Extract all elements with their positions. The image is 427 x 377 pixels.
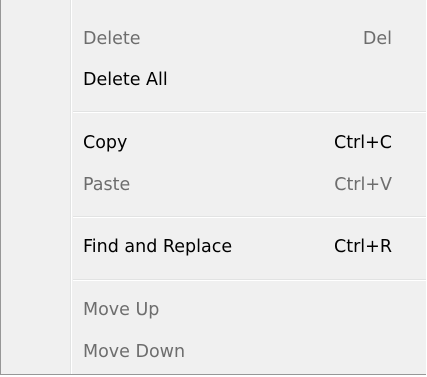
menu-separator	[73, 111, 426, 113]
context-menu: Delete Del Delete All Copy Ctrl+C Paste …	[0, 0, 426, 375]
menu-item-label: Move Down	[83, 342, 186, 362]
menu-item-label: Move Up	[83, 300, 160, 320]
menu-item-delete-all[interactable]: Delete All	[71, 61, 426, 99]
menu-icon-gutter	[1, 0, 71, 374]
menu-item-label: Find and Replace	[83, 237, 233, 257]
menu-item-shortcut: Del	[362, 29, 392, 49]
menu-item-label: Copy	[83, 133, 128, 153]
menu-item-copy[interactable]: Copy Ctrl+C	[71, 124, 426, 162]
menu-item-delete[interactable]: Delete Del	[71, 20, 426, 58]
menu-item-find-and-replace[interactable]: Find and Replace Ctrl+R	[71, 228, 426, 266]
menu-item-label: Paste	[83, 175, 131, 195]
menu-separator	[73, 216, 426, 218]
menu-separator	[73, 279, 426, 281]
menu-item-move-down[interactable]: Move Down	[71, 333, 426, 371]
menu-item-move-up[interactable]: Move Up	[71, 291, 426, 329]
menu-item-label: Delete	[83, 29, 141, 49]
menu-item-shortcut: Ctrl+V	[334, 175, 392, 195]
menu-item-paste[interactable]: Paste Ctrl+V	[71, 166, 426, 204]
menu-item-shortcut: Ctrl+R	[334, 237, 392, 257]
menu-item-label: Delete All	[83, 70, 168, 90]
menu-item-shortcut: Ctrl+C	[333, 133, 392, 153]
